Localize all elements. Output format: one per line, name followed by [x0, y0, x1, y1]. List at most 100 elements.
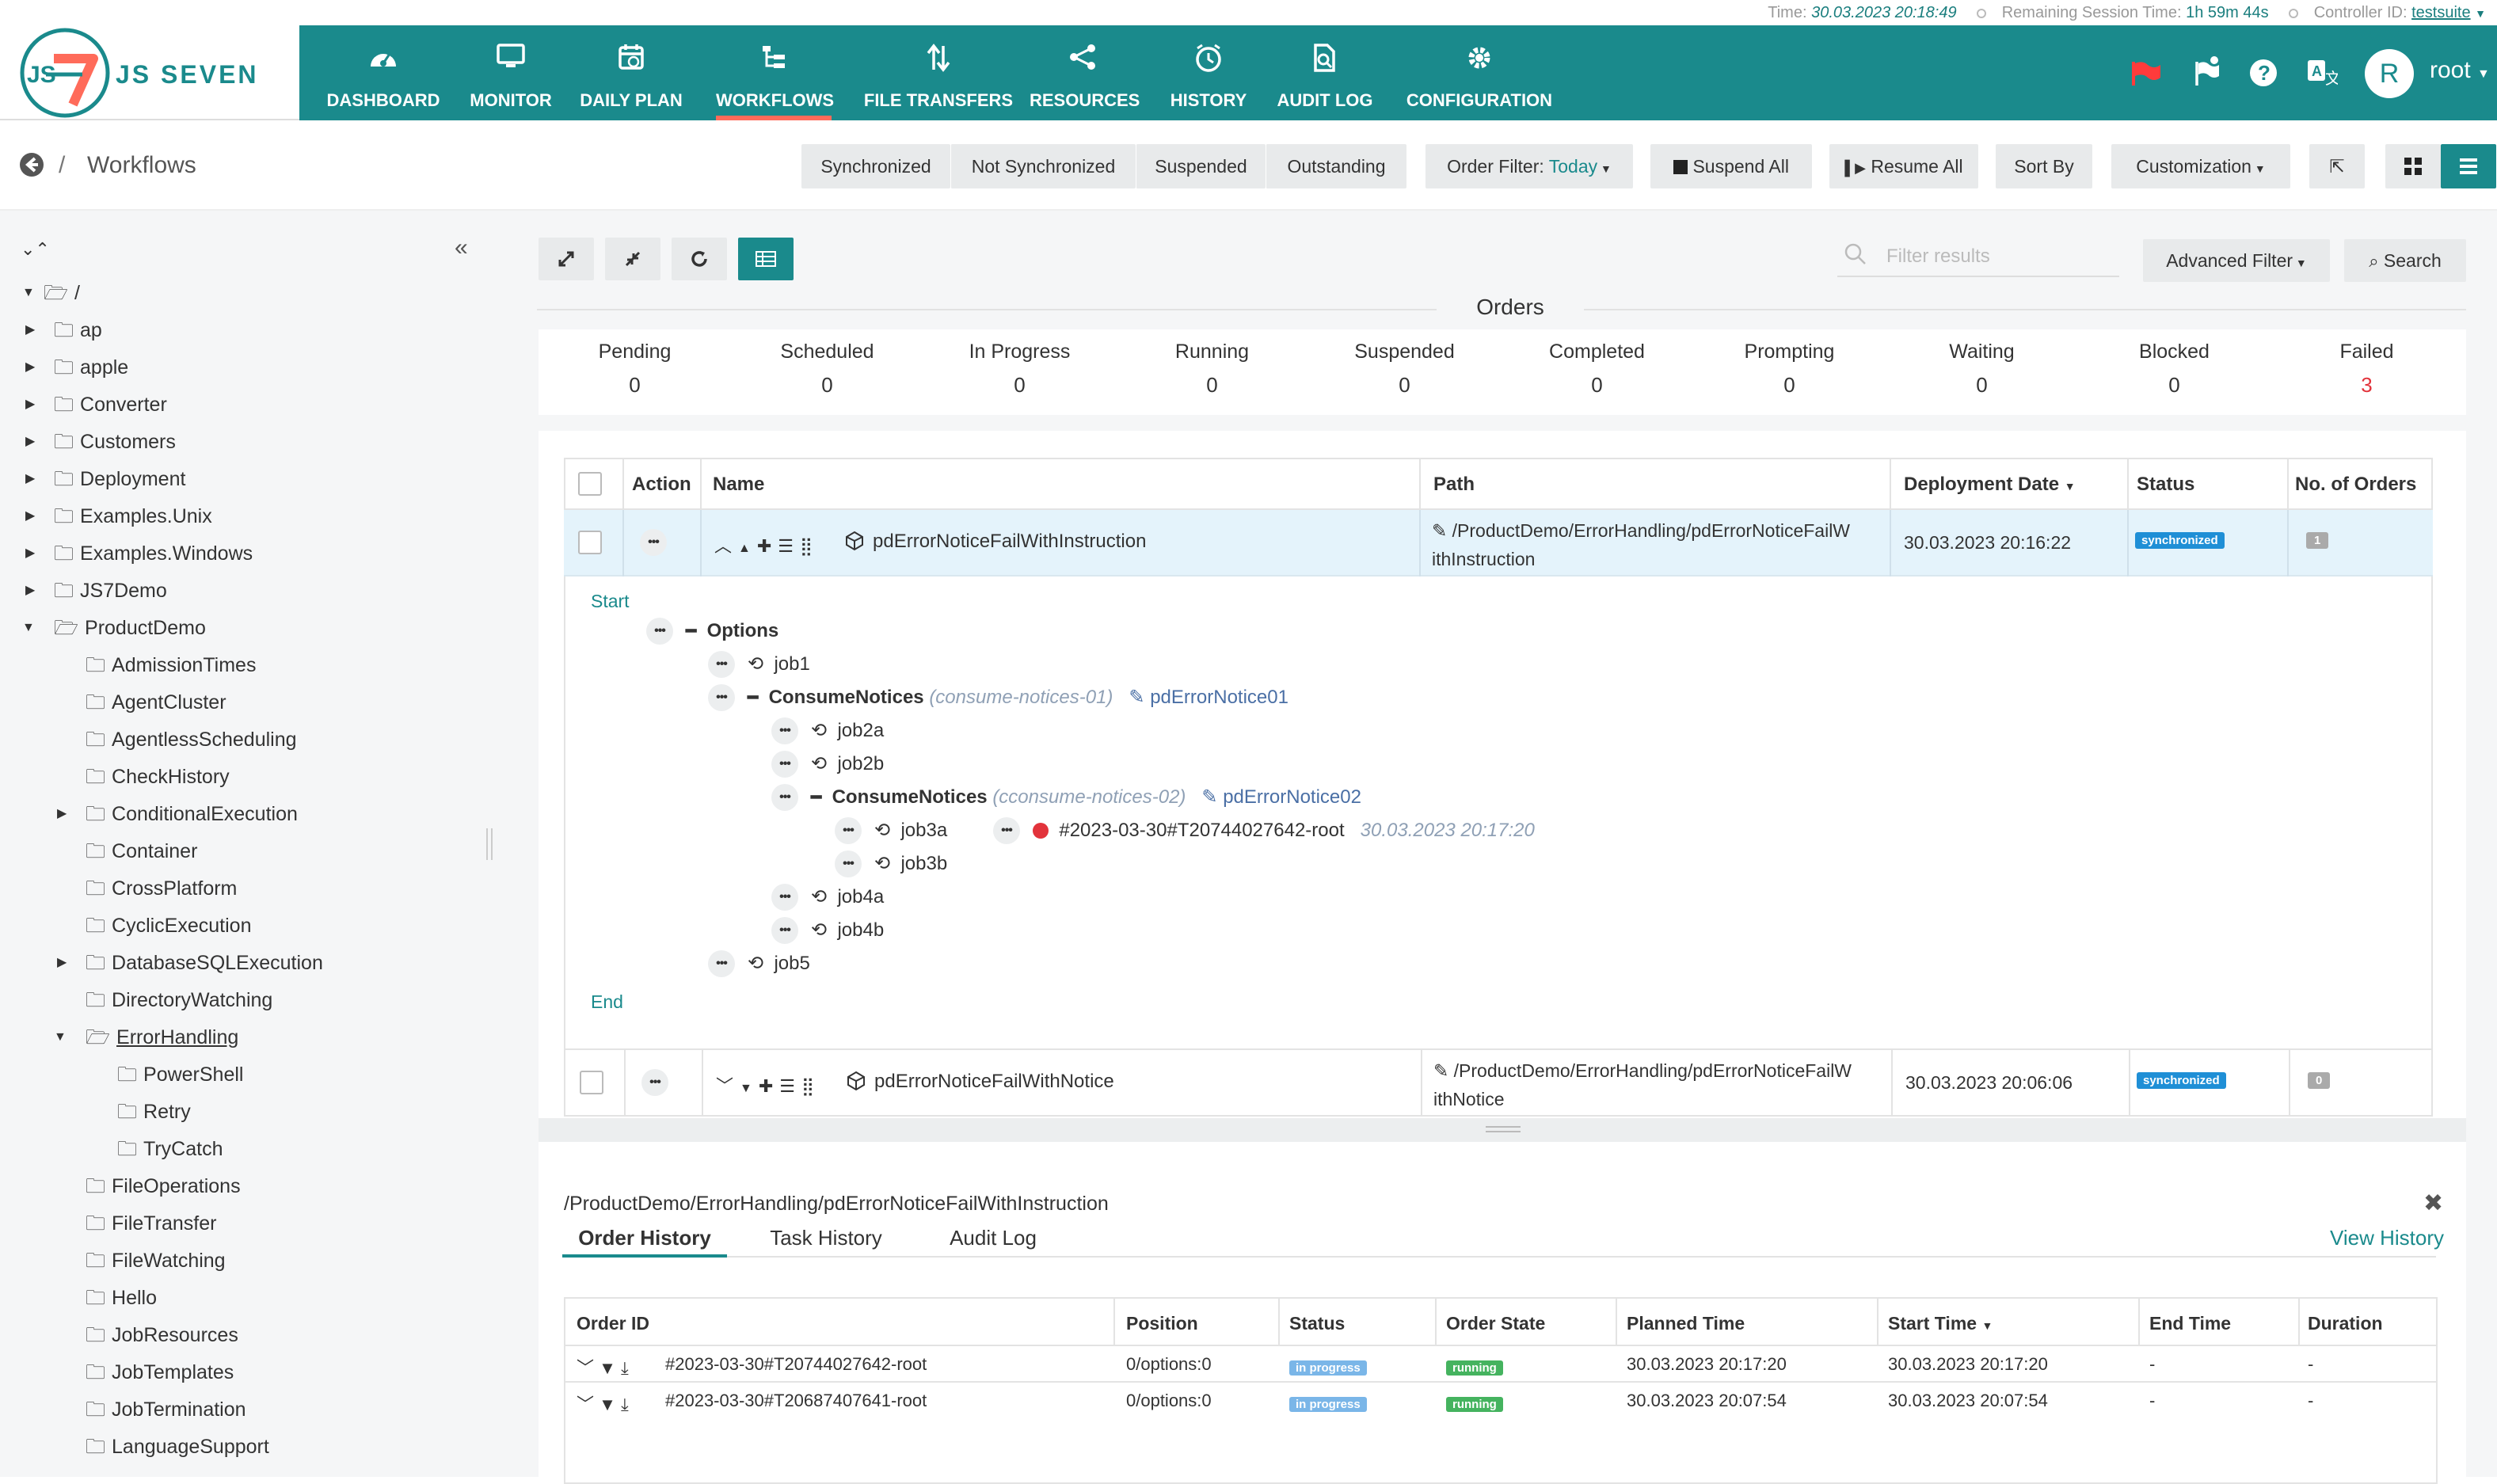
advanced-filter-dropdown[interactable]: Advanced Filter ▼: [2143, 239, 2330, 282]
workflow-name[interactable]: pdErrorNoticeFailWithInstruction: [873, 531, 1146, 553]
search-input[interactable]: Filter results: [1837, 238, 2119, 277]
consume-notices-node[interactable]: ••• ━ ConsumeNotices (consume-notices-01)…: [708, 681, 1288, 714]
filter-not-synchronized[interactable]: Not Synchronized: [950, 144, 1136, 188]
resume-all-button[interactable]: ▌▶ Resume All: [1829, 144, 1978, 188]
notification-flag-icon[interactable]: [2192, 55, 2221, 87]
tree-folder[interactable]: 🗀 CyclicExecution: [86, 908, 251, 943]
tree-folder[interactable]: 🗀 AgentlessScheduling: [86, 722, 297, 757]
workflow-row[interactable]: ••• ﹀▼✚☰⣿ pdErrorNoticeFailWithNotice ✎ …: [564, 1050, 2433, 1117]
tree-folder[interactable]: ▶ 🗀 Converter: [25, 387, 167, 422]
order-filter-dropdown[interactable]: Order Filter: Today ▼: [1425, 144, 1633, 188]
expand-all-icon[interactable]: [539, 238, 594, 280]
language-icon[interactable]: A文: [2306, 57, 2338, 87]
tree-folder[interactable]: 🗀 PowerShell: [117, 1057, 243, 1092]
row-action-menu[interactable]: •••: [640, 529, 667, 556]
tab-audit-log[interactable]: Audit Log: [938, 1218, 1049, 1258]
filter-suspended[interactable]: Suspended: [1136, 144, 1266, 188]
select-all-checkbox[interactable]: [578, 472, 602, 496]
suspend-all-button[interactable]: Suspend All: [1650, 144, 1812, 188]
tree-folder[interactable]: ▶ 🗀 ConditionalExecution: [57, 797, 298, 831]
tree-folder[interactable]: ▶ 🗀 DatabaseSQLExecution: [57, 946, 323, 980]
col-deployment-date[interactable]: Deployment Date ▼: [1904, 474, 2076, 496]
logo[interactable]: JS JS SEVEN: [0, 25, 299, 120]
tree-folder[interactable]: 🗀 CheckHistory: [86, 759, 230, 794]
sort-by-button[interactable]: Sort By: [1996, 144, 2092, 188]
collapse-all-icon[interactable]: [605, 238, 660, 280]
tab-task-history[interactable]: Task History: [767, 1218, 885, 1258]
stat-failed[interactable]: Failed 3: [2271, 341, 2463, 398]
tab-order-history[interactable]: Order History: [562, 1218, 727, 1258]
tree-folder[interactable]: 🗀 FileOperations: [86, 1169, 241, 1204]
table-row[interactable]: ﹀ ▼ ⤓ #2023-03-30#T20687407641-root 0/op…: [565, 1383, 2436, 1419]
nav-history[interactable]: HISTORY: [1164, 25, 1253, 120]
nav-dashboard[interactable]: DASHBOARD: [320, 25, 447, 120]
tree-folder[interactable]: 🗀 JobTemplates: [86, 1355, 234, 1390]
stat-suspended[interactable]: Suspended 0: [1308, 341, 1501, 398]
tree-folder[interactable]: ▶ 🗀 Examples.Unix: [25, 499, 212, 534]
tree-root[interactable]: ▼ 🗁 /: [22, 276, 80, 310]
row-action-menu[interactable]: •••: [641, 1069, 668, 1096]
stat-pending[interactable]: Pending 0: [539, 341, 731, 398]
nav-monitor[interactable]: MONITOR: [459, 25, 562, 120]
tree-folder[interactable]: ▶ 🗀 Deployment: [25, 462, 185, 497]
resize-handle[interactable]: [539, 1118, 2466, 1142]
expand-collapse-all-icon[interactable]: ⌄⌃: [21, 239, 50, 260]
stat-running[interactable]: Running 0: [1116, 341, 1308, 398]
tree-folder[interactable]: ▼ 🗁 ProductDemo: [22, 611, 206, 645]
tree-folder[interactable]: ▶ 🗀 apple: [25, 350, 128, 385]
row-checkbox[interactable]: [580, 1071, 603, 1094]
row-controls[interactable]: ﹀▼✚☰⣿: [716, 1072, 820, 1098]
filter-outstanding[interactable]: Outstanding: [1266, 144, 1406, 188]
collapse-panel-icon[interactable]: «: [455, 234, 468, 261]
stat-waiting[interactable]: Waiting 0: [1886, 341, 2078, 398]
tree-folder[interactable]: ▼ 🗁 ErrorHandling: [54, 1020, 238, 1055]
job-node[interactable]: ••• ⟲ job3a: [835, 814, 947, 847]
tree-folder[interactable]: 🗀 FileTransfer: [86, 1206, 216, 1241]
search-button[interactable]: ⌕ Search: [2344, 239, 2466, 282]
tree-folder[interactable]: ▶ 🗀 ap: [25, 313, 102, 348]
nav-configuration[interactable]: CONFIGURATION: [1399, 25, 1560, 120]
nav-file-transfers[interactable]: FILE TRANSFERS: [863, 25, 1014, 120]
export-icon[interactable]: ⇱: [2309, 144, 2365, 188]
close-icon[interactable]: ✖: [2423, 1189, 2443, 1217]
tree-folder[interactable]: 🗀 AdmissionTimes: [86, 648, 256, 683]
order-node[interactable]: ••• #2023-03-30#T20744027642-root 30.03.…: [993, 814, 1535, 847]
tree-folder[interactable]: 🗀 TryCatch: [117, 1132, 223, 1166]
nav-workflows[interactable]: WORKFLOWS: [716, 25, 834, 120]
workflow-row-selected[interactable]: ••• ︿▲✚☰⣿ pdErrorNoticeFailWithInstructi…: [564, 510, 2433, 576]
nav-resources[interactable]: RESOURCES: [1030, 25, 1140, 120]
consume-notices-node[interactable]: ••• ━ ConsumeNotices (cconsume-notices-02…: [771, 781, 1361, 814]
tree-folder[interactable]: 🗀 Hello: [86, 1280, 157, 1315]
tree-folder[interactable]: 🗀 FileWatching: [86, 1243, 226, 1278]
stat-prompting[interactable]: Prompting 0: [1693, 341, 1886, 398]
table-view-icon[interactable]: [738, 238, 794, 280]
job-node[interactable]: ••• ⟲ job5: [708, 947, 810, 980]
back-arrow-icon[interactable]: [19, 152, 44, 177]
stat-in-progress[interactable]: In Progress 0: [923, 341, 1116, 398]
order-count-badge[interactable]: 0: [2308, 1072, 2331, 1089]
stat-blocked[interactable]: Blocked 0: [2078, 341, 2271, 398]
col-start-time[interactable]: Start Time ▼: [1888, 1313, 1993, 1334]
tree-folder[interactable]: 🗀 CrossPlatform: [86, 871, 237, 906]
list-view-icon[interactable]: [2441, 144, 2496, 188]
tree-folder[interactable]: 🗀 DirectoryWatching: [86, 983, 272, 1018]
row-controls[interactable]: ︿▲✚☰⣿: [714, 532, 819, 557]
job-node[interactable]: ••• ⟲ job2a: [771, 714, 884, 748]
tree-folder[interactable]: 🗀 JobResources: [86, 1318, 238, 1353]
user-menu[interactable]: root ▼: [2430, 57, 2490, 84]
stat-scheduled[interactable]: Scheduled 0: [731, 341, 923, 398]
job-node[interactable]: ••• ⟲ job2b: [771, 748, 884, 781]
panel-splitter[interactable]: [478, 211, 505, 1477]
row-checkbox[interactable]: [578, 531, 602, 554]
table-row[interactable]: ﹀ ▼ ⤓ #2023-03-30#T20744027642-root 0/op…: [565, 1346, 2436, 1383]
job-node[interactable]: ••• ⟲ job1: [708, 648, 810, 681]
controller-select[interactable]: testsuite: [2411, 4, 2470, 21]
job-node[interactable]: ••• ⟲ job4a: [771, 881, 884, 914]
tree-folder[interactable]: ▶ 🗀 Examples.Windows: [25, 536, 253, 571]
tree-folder[interactable]: 🗀 Retry: [117, 1094, 191, 1129]
tree-folder[interactable]: 🗀 LanguageSupport: [86, 1429, 269, 1464]
help-icon[interactable]: ?: [2249, 59, 2278, 87]
nav-daily-plan[interactable]: DAILY PLAN: [572, 25, 691, 120]
filter-synchronized[interactable]: Synchronized: [801, 144, 950, 188]
flag-icon[interactable]: [2130, 59, 2162, 87]
